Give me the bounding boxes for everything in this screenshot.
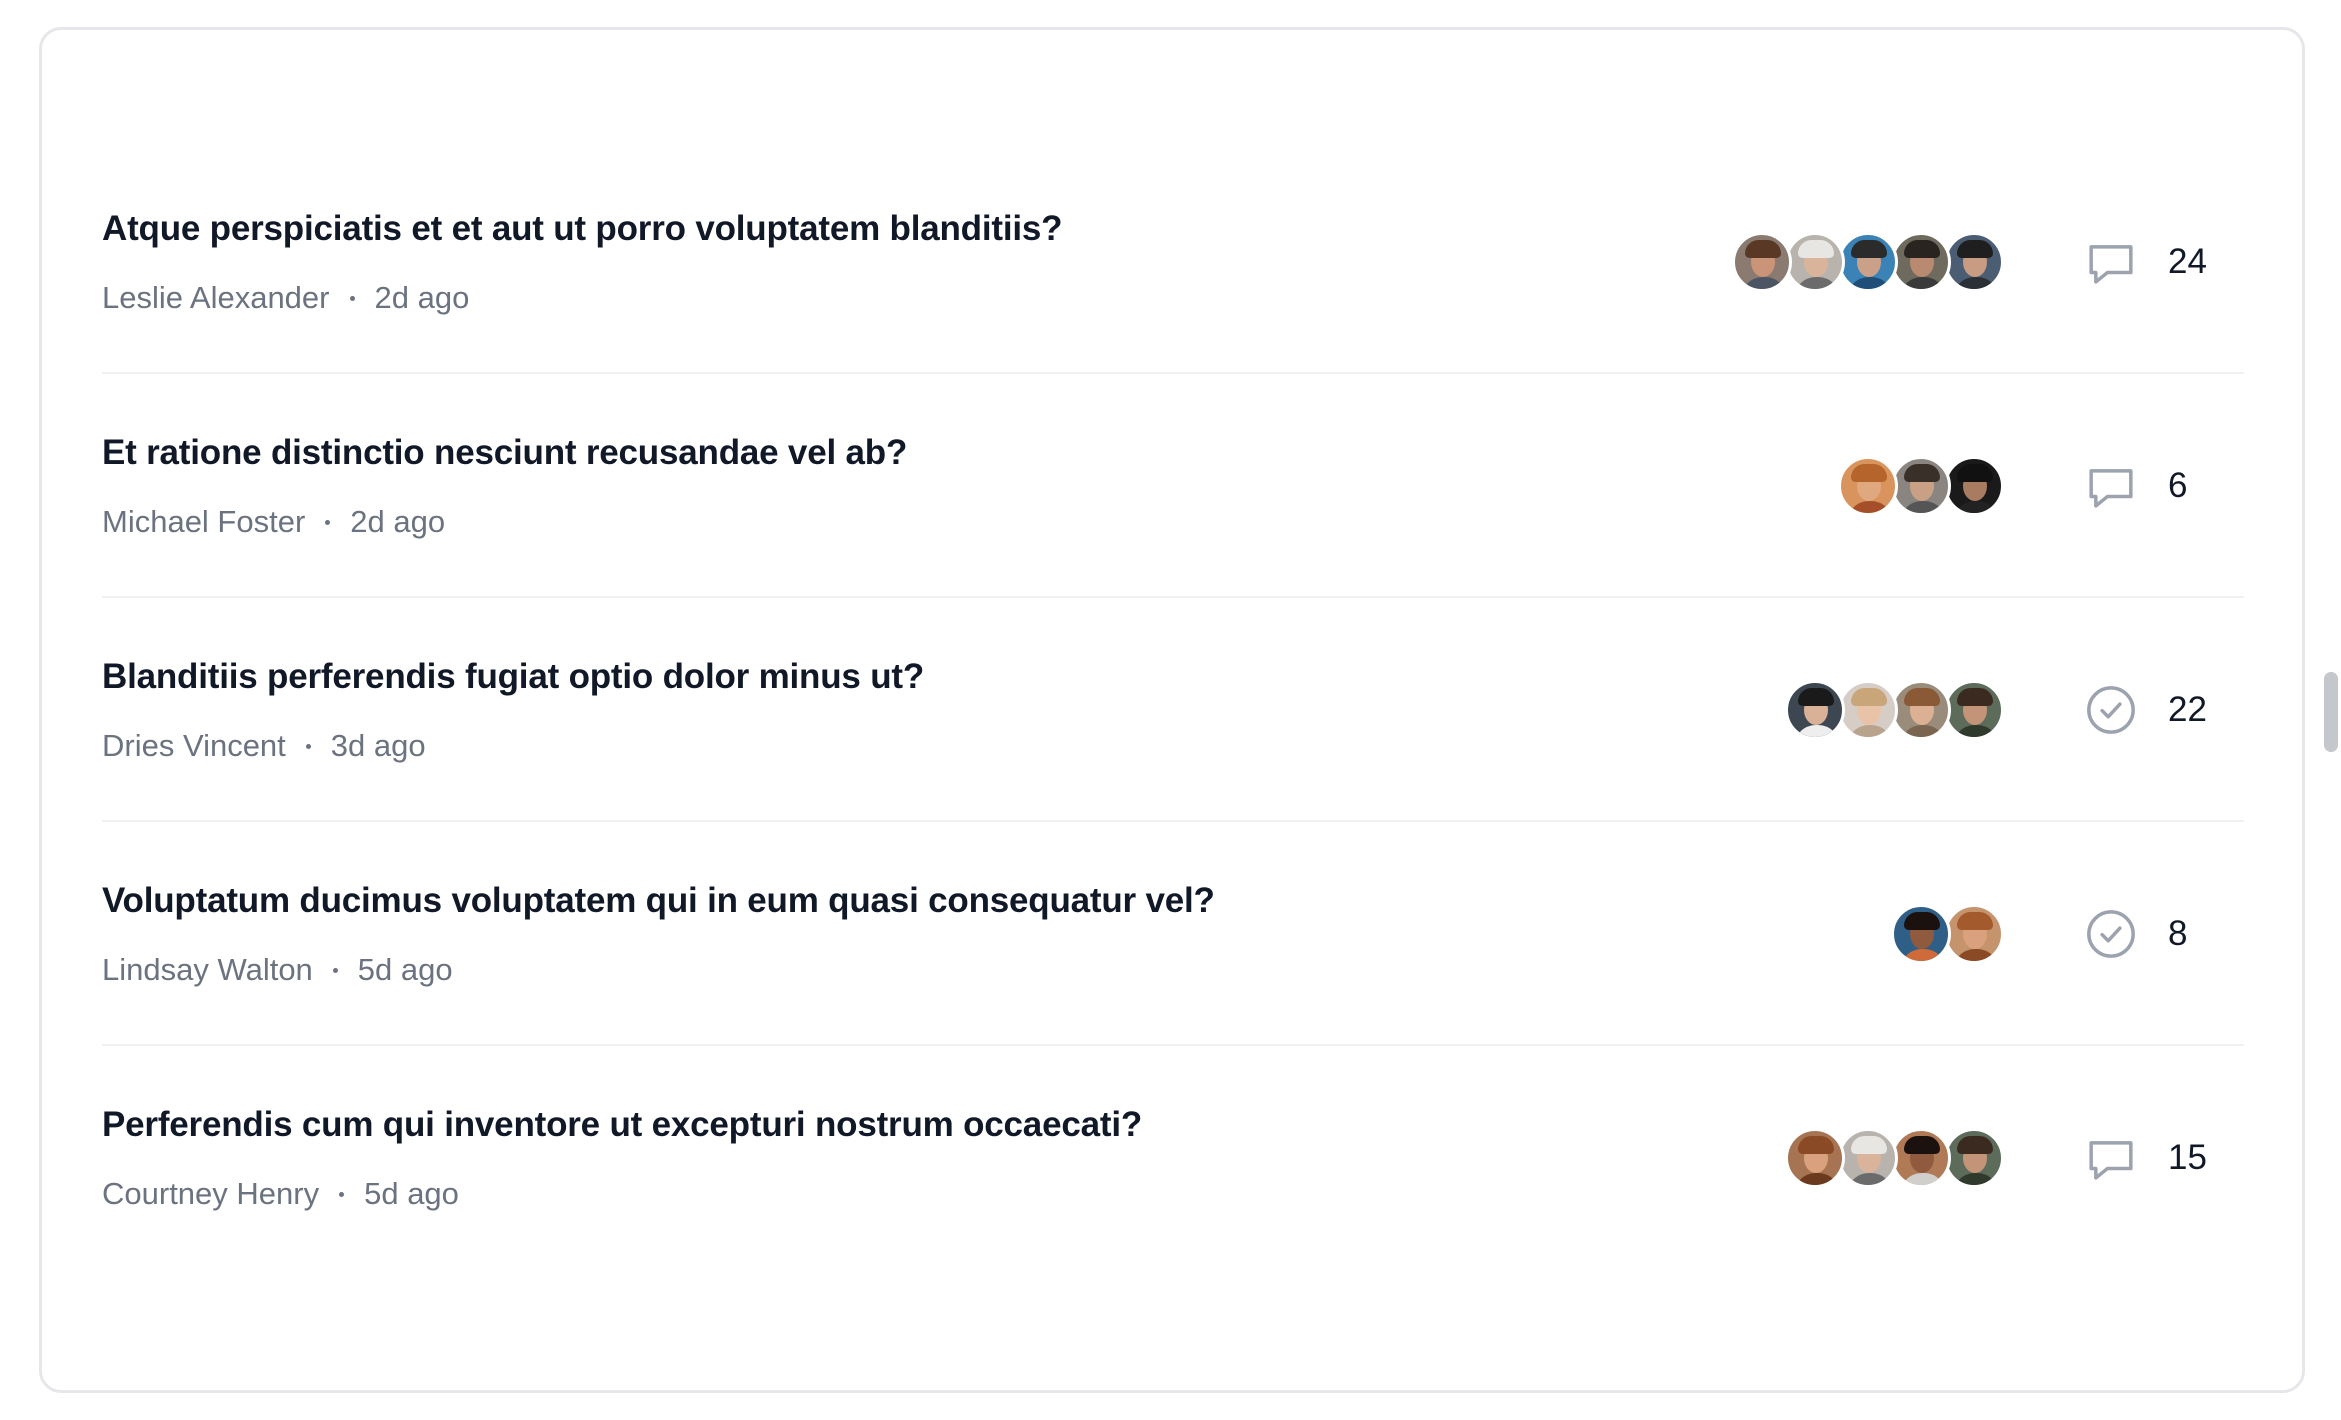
avatar[interactable]	[1891, 456, 1951, 516]
thread-author[interactable]: Michael Foster	[102, 504, 305, 540]
check-circle-icon	[2083, 682, 2139, 738]
separator-dot	[339, 1191, 345, 1197]
reply-count: 24	[2168, 242, 2207, 281]
thread-meta: Leslie Alexander 2d ago	[102, 280, 469, 316]
avatar[interactable]	[1838, 680, 1898, 740]
thread-author[interactable]: Lindsay Walton	[102, 952, 313, 988]
participant-avatars	[1891, 904, 2004, 964]
avatar[interactable]	[1838, 456, 1898, 516]
thread-time: 3d ago	[330, 728, 426, 763]
thread-title[interactable]: Et ratione distinctio nesciunt recusanda…	[102, 433, 907, 473]
avatar[interactable]	[1944, 680, 2004, 740]
avatar[interactable]	[1944, 232, 2004, 292]
avatar[interactable]	[1732, 232, 1792, 292]
check-circle-icon	[2083, 906, 2139, 962]
thread-time: 2d ago	[374, 280, 470, 315]
thread-time: 5d ago	[357, 952, 453, 987]
thread-title[interactable]: Blanditiis perferendis fugiat optio dolo…	[102, 657, 924, 697]
thread-author[interactable]: Leslie Alexander	[102, 280, 330, 316]
separator-dot	[332, 967, 338, 973]
reply-count: 6	[2168, 466, 2188, 505]
thread-meta: Courtney Henry 5d ago	[102, 1176, 459, 1212]
avatar[interactable]	[1891, 904, 1951, 964]
comment-icon	[2083, 458, 2139, 514]
participant-avatars	[1838, 456, 2004, 516]
thread-author[interactable]: Dries Vincent	[102, 728, 286, 764]
thread-row[interactable]: Et ratione distinctio nesciunt recusanda…	[102, 374, 2244, 598]
participant-avatars	[1785, 1128, 2004, 1188]
separator-dot	[305, 743, 311, 749]
avatar[interactable]	[1944, 904, 2004, 964]
thread-row[interactable]: Atque perspiciatis et et aut ut porro vo…	[102, 150, 2244, 374]
thread-time: 2d ago	[350, 504, 446, 539]
avatar[interactable]	[1785, 1128, 1845, 1188]
avatar[interactable]	[1785, 232, 1845, 292]
avatar[interactable]	[1944, 456, 2004, 516]
thread-title[interactable]: Perferendis cum qui inventore ut exceptu…	[102, 1105, 1142, 1145]
separator-dot	[325, 519, 331, 525]
thread-list: Atque perspiciatis et et aut ut porro vo…	[102, 150, 2244, 1270]
reply-count: 15	[2168, 1138, 2207, 1177]
avatar[interactable]	[1891, 680, 1951, 740]
comment-icon	[2083, 234, 2139, 290]
thread-meta: Dries Vincent 3d ago	[102, 728, 426, 764]
avatar[interactable]	[1891, 1128, 1951, 1188]
participant-avatars	[1785, 680, 2004, 740]
avatar[interactable]	[1838, 232, 1898, 292]
thread-meta: Michael Foster 2d ago	[102, 504, 445, 540]
thread-title[interactable]: Atque perspiciatis et et aut ut porro vo…	[102, 209, 1063, 249]
reply-count: 8	[2168, 914, 2188, 953]
avatar[interactable]	[1944, 1128, 2004, 1188]
thread-time: 5d ago	[364, 1176, 459, 1211]
thread-row[interactable]: Voluptatum ducimus voluptatem qui in eum…	[102, 822, 2244, 1046]
comment-icon	[2083, 1130, 2139, 1186]
scrollbar-thumb[interactable]	[2324, 672, 2338, 752]
thread-title[interactable]: Voluptatum ducimus voluptatem qui in eum…	[102, 881, 1215, 921]
participant-avatars	[1732, 232, 2004, 292]
reply-count: 22	[2168, 690, 2207, 729]
thread-meta: Lindsay Walton 5d ago	[102, 952, 453, 988]
avatar[interactable]	[1785, 680, 1845, 740]
thread-row[interactable]: Perferendis cum qui inventore ut exceptu…	[102, 1046, 2244, 1270]
avatar[interactable]	[1838, 1128, 1898, 1188]
thread-author[interactable]: Courtney Henry	[102, 1176, 319, 1212]
thread-row[interactable]: Blanditiis perferendis fugiat optio dolo…	[102, 598, 2244, 822]
separator-dot	[349, 295, 355, 301]
avatar[interactable]	[1891, 232, 1951, 292]
